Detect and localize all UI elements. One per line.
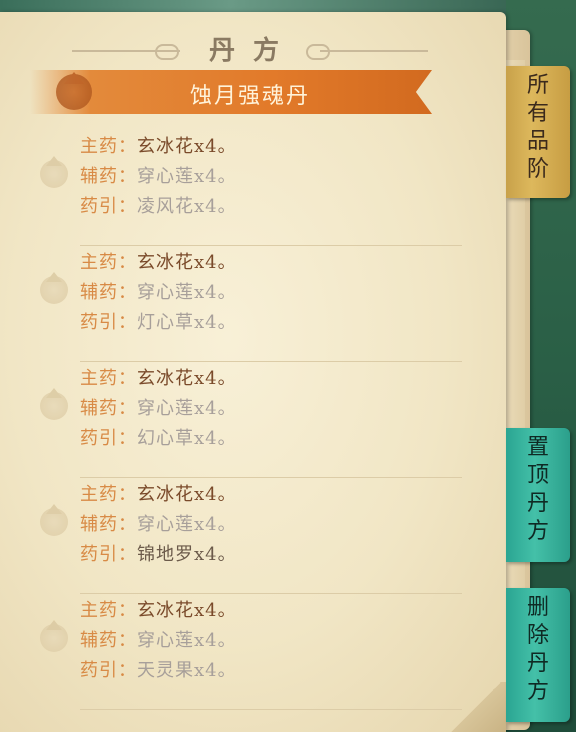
pin-recipe-char: 置	[526, 435, 549, 460]
aux-ingredient-label: 辅药：	[80, 630, 137, 651]
guide-ingredient-value: 锦地罗x4。	[137, 544, 237, 565]
tab-all-grades-char: 阶	[526, 157, 549, 182]
aux-ingredient-value: 穿心莲x4。	[137, 398, 237, 419]
main-ingredient-label: 主药：	[80, 600, 137, 621]
delete-recipe-button[interactable]: 删 除 丹 方	[506, 588, 570, 722]
recipe-emblem-icon	[40, 620, 68, 652]
guide-ingredient-value: 凌风花x4。	[137, 196, 237, 217]
recipe-emblem-icon	[40, 504, 68, 536]
recipe-item[interactable]: 主药：玄冰花x4。 辅药：穿心莲x4。 药引：天灵果x4。	[40, 594, 462, 710]
recipe-emblem-icon	[40, 388, 68, 420]
aux-ingredient-value: 穿心莲x4。	[137, 630, 237, 651]
tab-all-grades-char: 所	[526, 73, 549, 98]
delete-recipe-char: 方	[526, 679, 549, 704]
aux-ingredient-label: 辅药：	[80, 398, 137, 419]
pin-recipe-char: 顶	[526, 463, 549, 488]
recipe-emblem-icon	[40, 272, 68, 304]
aux-ingredient-label: 辅药：	[80, 282, 137, 303]
delete-recipe-char: 除	[526, 623, 549, 648]
main-ingredient-value: 玄冰花x4。	[137, 600, 237, 621]
tab-all-grades-char: 有	[526, 101, 549, 126]
pin-recipe-button[interactable]: 置 顶 丹 方	[506, 428, 570, 562]
guide-ingredient-value: 幻心草x4。	[137, 428, 237, 449]
delete-recipe-char: 丹	[526, 651, 549, 676]
tab-all-grades-char: 品	[526, 129, 549, 154]
recipe-item[interactable]: 主药：玄冰花x4。 辅药：穿心莲x4。 药引：幻心草x4。	[40, 362, 462, 478]
main-ingredient-value: 玄冰花x4。	[137, 484, 237, 505]
guide-ingredient-value: 天灵果x4。	[137, 660, 237, 681]
aux-ingredient-value: 穿心莲x4。	[137, 282, 237, 303]
recipe-item[interactable]: 主药：玄冰花x4。 辅药：穿心莲x4。 药引：凌风花x4。	[40, 130, 462, 246]
main-ingredient-label: 主药：	[80, 484, 137, 505]
main-ingredient-value: 玄冰花x4。	[137, 252, 237, 273]
header-divider-right	[320, 50, 428, 52]
panel-title: 丹方	[208, 36, 297, 66]
header-ornament-right	[306, 44, 330, 60]
recipe-divider	[80, 709, 462, 710]
guide-ingredient-label: 药引：	[80, 428, 137, 449]
pin-recipe-char: 丹	[526, 491, 549, 516]
panel-header: 丹方	[0, 24, 506, 66]
aux-ingredient-value: 穿心莲x4。	[137, 166, 237, 187]
aux-ingredient-value: 穿心莲x4。	[137, 514, 237, 535]
main-ingredient-label: 主药：	[80, 136, 137, 157]
aux-ingredient-label: 辅药：	[80, 166, 137, 187]
recipe-item[interactable]: 主药：玄冰花x4。 辅药：穿心莲x4。 药引：锦地罗x4。	[40, 478, 462, 594]
recipe-emblem-icon	[40, 156, 68, 188]
guide-ingredient-label: 药引：	[80, 544, 137, 565]
pill-name: 蚀月强魂丹	[189, 84, 310, 109]
tab-all-grades[interactable]: 所 有 品 阶	[506, 66, 570, 198]
delete-recipe-char: 删	[526, 595, 549, 620]
guide-ingredient-label: 药引：	[80, 196, 137, 217]
pin-recipe-char: 方	[526, 519, 549, 544]
aux-ingredient-label: 辅药：	[80, 514, 137, 535]
main-ingredient-label: 主药：	[80, 252, 137, 273]
guide-ingredient-label: 药引：	[80, 660, 137, 681]
guide-ingredient-value: 灯心草x4。	[137, 312, 237, 333]
recipe-item[interactable]: 主药：玄冰花x4。 辅药：穿心莲x4。 药引：灯心草x4。	[40, 246, 462, 362]
main-ingredient-value: 玄冰花x4。	[137, 136, 237, 157]
guide-ingredient-label: 药引：	[80, 312, 137, 333]
main-ingredient-label: 主药：	[80, 368, 137, 389]
main-ingredient-value: 玄冰花x4。	[137, 368, 237, 389]
alchemy-emblem-icon	[56, 72, 92, 110]
